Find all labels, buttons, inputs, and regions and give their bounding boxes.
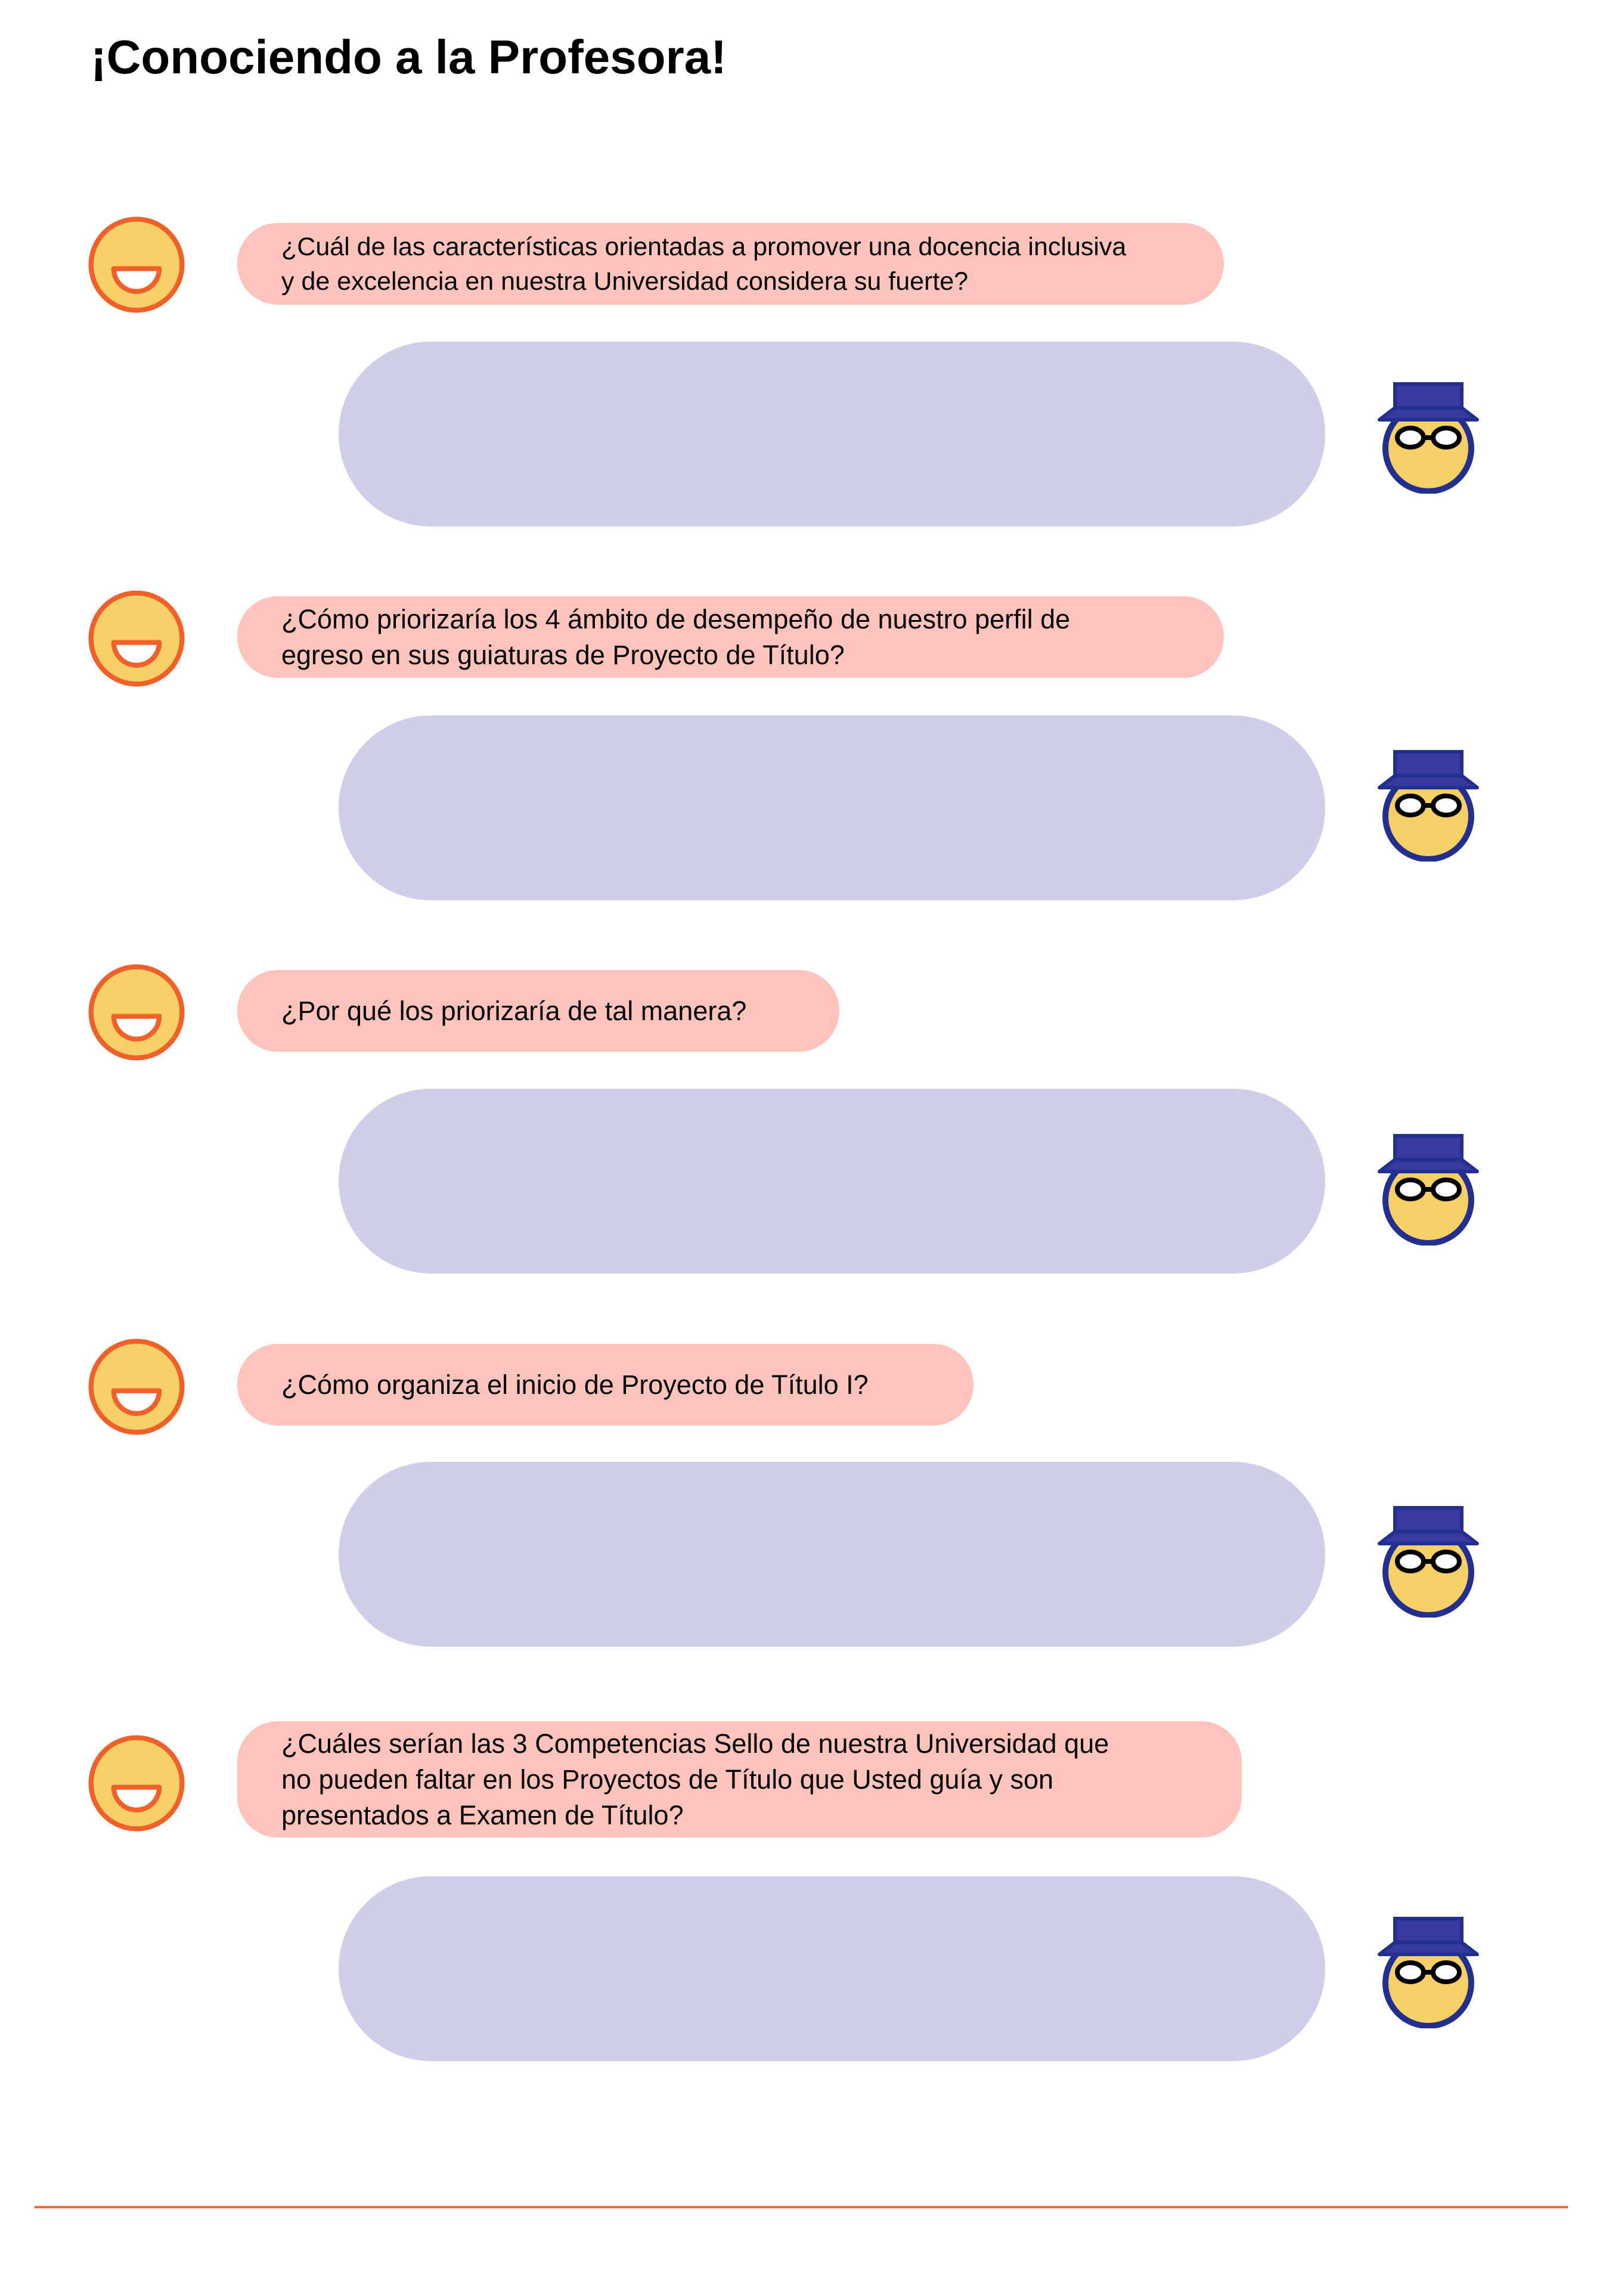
professor-avatar-icon [1375,1909,1482,2028]
footer-divider [35,2206,1568,2208]
student-avatar-icon [87,1337,186,1436]
answer-bubble-4[interactable] [339,1462,1325,1647]
question-text: ¿Cómo priorizaría los 4 ámbito de desemp… [281,603,1071,670]
page-title: ¡Conociendo a la Profesora! [91,30,727,83]
question-bubble-4: ¿Cómo organiza el inicio de Proyecto de … [237,1344,973,1426]
answer-bubble-3[interactable] [339,1089,1325,1274]
answer-bubble-2[interactable] [339,715,1325,900]
student-avatar-icon [87,963,186,1062]
student-avatar-icon [87,1734,186,1833]
question-text: ¿Cuáles serían las 3 Competencias Sello … [281,1728,1109,1830]
student-avatar-icon [87,589,186,688]
professor-avatar-icon [1375,1126,1482,1245]
question-text: ¿Por qué los priorizaría de tal manera? [281,995,747,1026]
student-avatar-icon [87,215,186,314]
answer-bubble-5[interactable] [339,1876,1325,2061]
question-bubble-2: ¿Cómo priorizaría los 4 ámbito de desemp… [237,596,1224,678]
question-bubble-3: ¿Por qué los priorizaría de tal manera? [237,970,839,1052]
question-text: ¿Cómo organiza el inicio de Proyecto de … [281,1369,869,1400]
professor-avatar-icon [1375,374,1482,494]
answer-bubble-1[interactable] [339,342,1325,526]
question-text: ¿Cuál de las características orientadas … [281,232,1127,296]
question-bubble-1: ¿Cuál de las características orientadas … [237,223,1224,305]
question-bubble-5: ¿Cuáles serían las 3 Competencias Sello … [237,1721,1242,1838]
professor-avatar-icon [1375,1498,1482,1618]
professor-avatar-icon [1375,742,1482,862]
